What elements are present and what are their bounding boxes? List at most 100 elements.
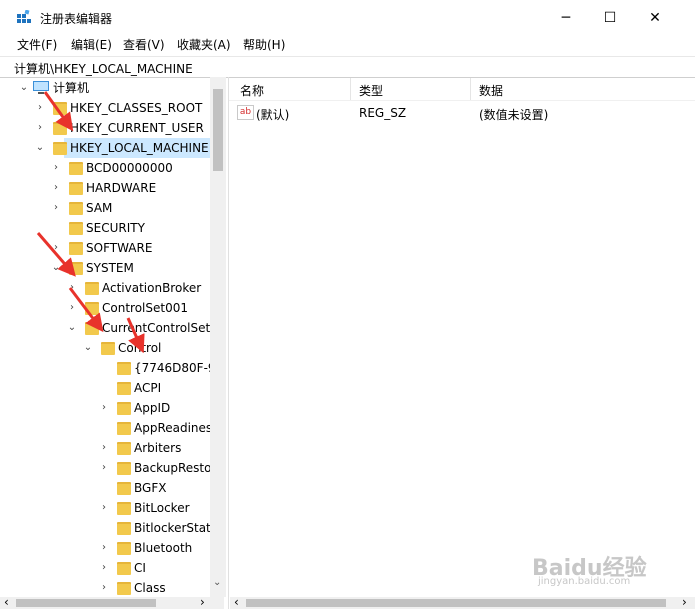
tree-item[interactable]: › BCD00000000 — [0, 158, 210, 178]
chevron-right-icon[interactable]: › — [98, 438, 110, 458]
tree-item[interactable]: ⌄ SYSTEM — [0, 258, 210, 278]
tree-item[interactable]: ACPI — [0, 378, 210, 398]
tree-item[interactable]: › ControlSet001 — [0, 298, 210, 318]
close-icon: ✕ — [649, 10, 661, 26]
chevron-right-icon[interactable]: › — [98, 498, 110, 518]
tree-label: HARDWARE — [86, 181, 157, 195]
scroll-down-icon[interactable]: ⌄ — [213, 577, 221, 588]
folder-icon — [69, 222, 83, 235]
window-title: 注册表编辑器 — [40, 12, 113, 26]
tree-item[interactable]: ⌄ Control — [0, 338, 210, 358]
folder-icon — [69, 162, 83, 175]
chevron-right-icon[interactable]: › — [98, 578, 110, 598]
value-row[interactable]: ab (默认) REG_SZ (数值未设置) — [229, 103, 695, 123]
chevron-right-icon[interactable]: › — [98, 558, 110, 578]
tree-item[interactable]: AppReadines — [0, 418, 212, 438]
scroll-right-icon[interactable]: › — [682, 595, 687, 609]
tree-item[interactable]: ⌄ CurrentControlSet — [0, 318, 210, 338]
tree-label: 计算机 — [53, 81, 90, 95]
menu-edit[interactable]: 编辑(E) — [71, 36, 112, 53]
column-separator[interactable] — [470, 78, 471, 100]
tree-item[interactable]: › SAM — [0, 198, 210, 218]
list-horizontal-scrollbar[interactable]: ‹ › — [230, 595, 695, 609]
tree-item[interactable]: › ActivationBroker — [0, 278, 210, 298]
chevron-right-icon[interactable]: › — [98, 458, 110, 478]
scroll-left-icon[interactable]: ‹ — [4, 595, 9, 609]
scroll-left-icon[interactable]: ‹ — [234, 595, 239, 609]
chevron-right-icon[interactable]: › — [50, 238, 62, 258]
chevron-down-icon[interactable]: ⌄ — [18, 78, 30, 98]
column-type-header[interactable]: 类型 — [359, 82, 383, 99]
chevron-right-icon[interactable]: › — [34, 98, 46, 118]
folder-icon — [117, 482, 131, 495]
folder-icon — [101, 342, 115, 355]
tree-item[interactable]: ⌄ HKEY_LOCAL_MACHINE — [0, 138, 210, 158]
tree-item[interactable]: › Bluetooth — [0, 538, 210, 558]
folder-icon — [69, 262, 83, 275]
tree-item[interactable]: › Arbiters — [0, 438, 210, 458]
tree-item[interactable]: SECURITY — [0, 218, 210, 238]
tree-item-computer[interactable]: ⌄ 计算机 — [0, 78, 210, 98]
tree-item[interactable]: › Class — [0, 578, 210, 598]
chevron-down-icon[interactable]: ⌄ — [34, 138, 46, 158]
scroll-right-icon[interactable]: › — [200, 595, 205, 609]
scroll-thumb[interactable] — [246, 599, 666, 607]
chevron-right-icon[interactable]: › — [50, 158, 62, 178]
column-name-header[interactable]: 名称 — [240, 82, 264, 99]
address-bar[interactable]: 计算机\HKEY_LOCAL_MACHINE — [0, 56, 695, 78]
tree-label: SYSTEM — [86, 261, 134, 275]
tree-item[interactable]: › HKEY_CURRENT_USER — [0, 118, 210, 138]
menu-help[interactable]: 帮助(H) — [243, 36, 285, 53]
folder-icon — [53, 142, 67, 155]
tree-item[interactable]: BitlockerStatu — [0, 518, 218, 538]
tree-label: BitlockerStatu — [134, 521, 219, 535]
folder-icon — [117, 462, 131, 475]
chevron-down-icon[interactable]: ⌄ — [82, 338, 94, 358]
baidu-watermark: Baidu经验 jingyan.baidu.com — [532, 550, 662, 590]
tree-item[interactable]: › BitLocker — [0, 498, 210, 518]
tree-item[interactable]: BGFX — [0, 478, 210, 498]
tree-item[interactable]: › CI — [0, 558, 210, 578]
menu-file[interactable]: 文件(F) — [17, 36, 57, 53]
scroll-thumb[interactable] — [16, 599, 156, 607]
chevron-down-icon[interactable]: ⌄ — [50, 258, 62, 278]
chevron-right-icon[interactable]: › — [66, 298, 78, 318]
folder-icon — [117, 522, 131, 535]
maximize-icon: ☐ — [603, 10, 617, 26]
minimize-button[interactable]: ─ — [543, 4, 589, 32]
tree-label: ActivationBroker — [102, 281, 202, 295]
folder-icon — [85, 302, 99, 315]
close-button[interactable]: ✕ — [632, 4, 678, 32]
scroll-thumb[interactable] — [213, 89, 223, 171]
folder-icon — [53, 122, 67, 135]
chevron-right-icon[interactable]: › — [98, 538, 110, 558]
tree-item[interactable]: › AppID — [0, 398, 210, 418]
folder-icon — [53, 102, 67, 115]
chevron-right-icon[interactable]: › — [50, 198, 62, 218]
tree-label: AppID — [134, 401, 171, 415]
folder-icon — [117, 422, 131, 435]
chevron-right-icon[interactable]: › — [66, 278, 78, 298]
tree-item[interactable]: › BackupResto — [0, 458, 211, 478]
watermark-url: jingyan.baidu.com — [538, 576, 631, 587]
tree-item[interactable]: › HKEY_CLASSES_ROOT — [0, 98, 210, 118]
tree-item[interactable]: › HARDWARE — [0, 178, 210, 198]
maximize-button[interactable]: ☐ — [587, 4, 633, 32]
chevron-right-icon[interactable]: › — [98, 398, 110, 418]
column-separator[interactable] — [350, 78, 351, 100]
column-data-header[interactable]: 数据 — [479, 82, 503, 99]
folder-icon — [117, 382, 131, 395]
menu-view[interactable]: 查看(V) — [123, 36, 165, 53]
folder-icon — [69, 242, 83, 255]
address-path[interactable]: 计算机\HKEY_LOCAL_MACHINE — [14, 60, 193, 77]
folder-icon — [85, 282, 99, 295]
tree-item[interactable]: {7746D80F-97 — [0, 358, 223, 378]
pane-divider[interactable] — [228, 77, 229, 609]
chevron-right-icon[interactable]: › — [34, 118, 46, 138]
menu-favorites[interactable]: 收藏夹(A) — [177, 36, 231, 53]
chevron-right-icon[interactable]: › — [50, 178, 62, 198]
tree-horizontal-scrollbar[interactable]: ‹ › — [0, 595, 224, 609]
chevron-down-icon[interactable]: ⌄ — [66, 318, 78, 338]
tree-vertical-scrollbar[interactable]: ⌄ — [210, 77, 226, 597]
tree-item[interactable]: › SOFTWARE — [0, 238, 210, 258]
